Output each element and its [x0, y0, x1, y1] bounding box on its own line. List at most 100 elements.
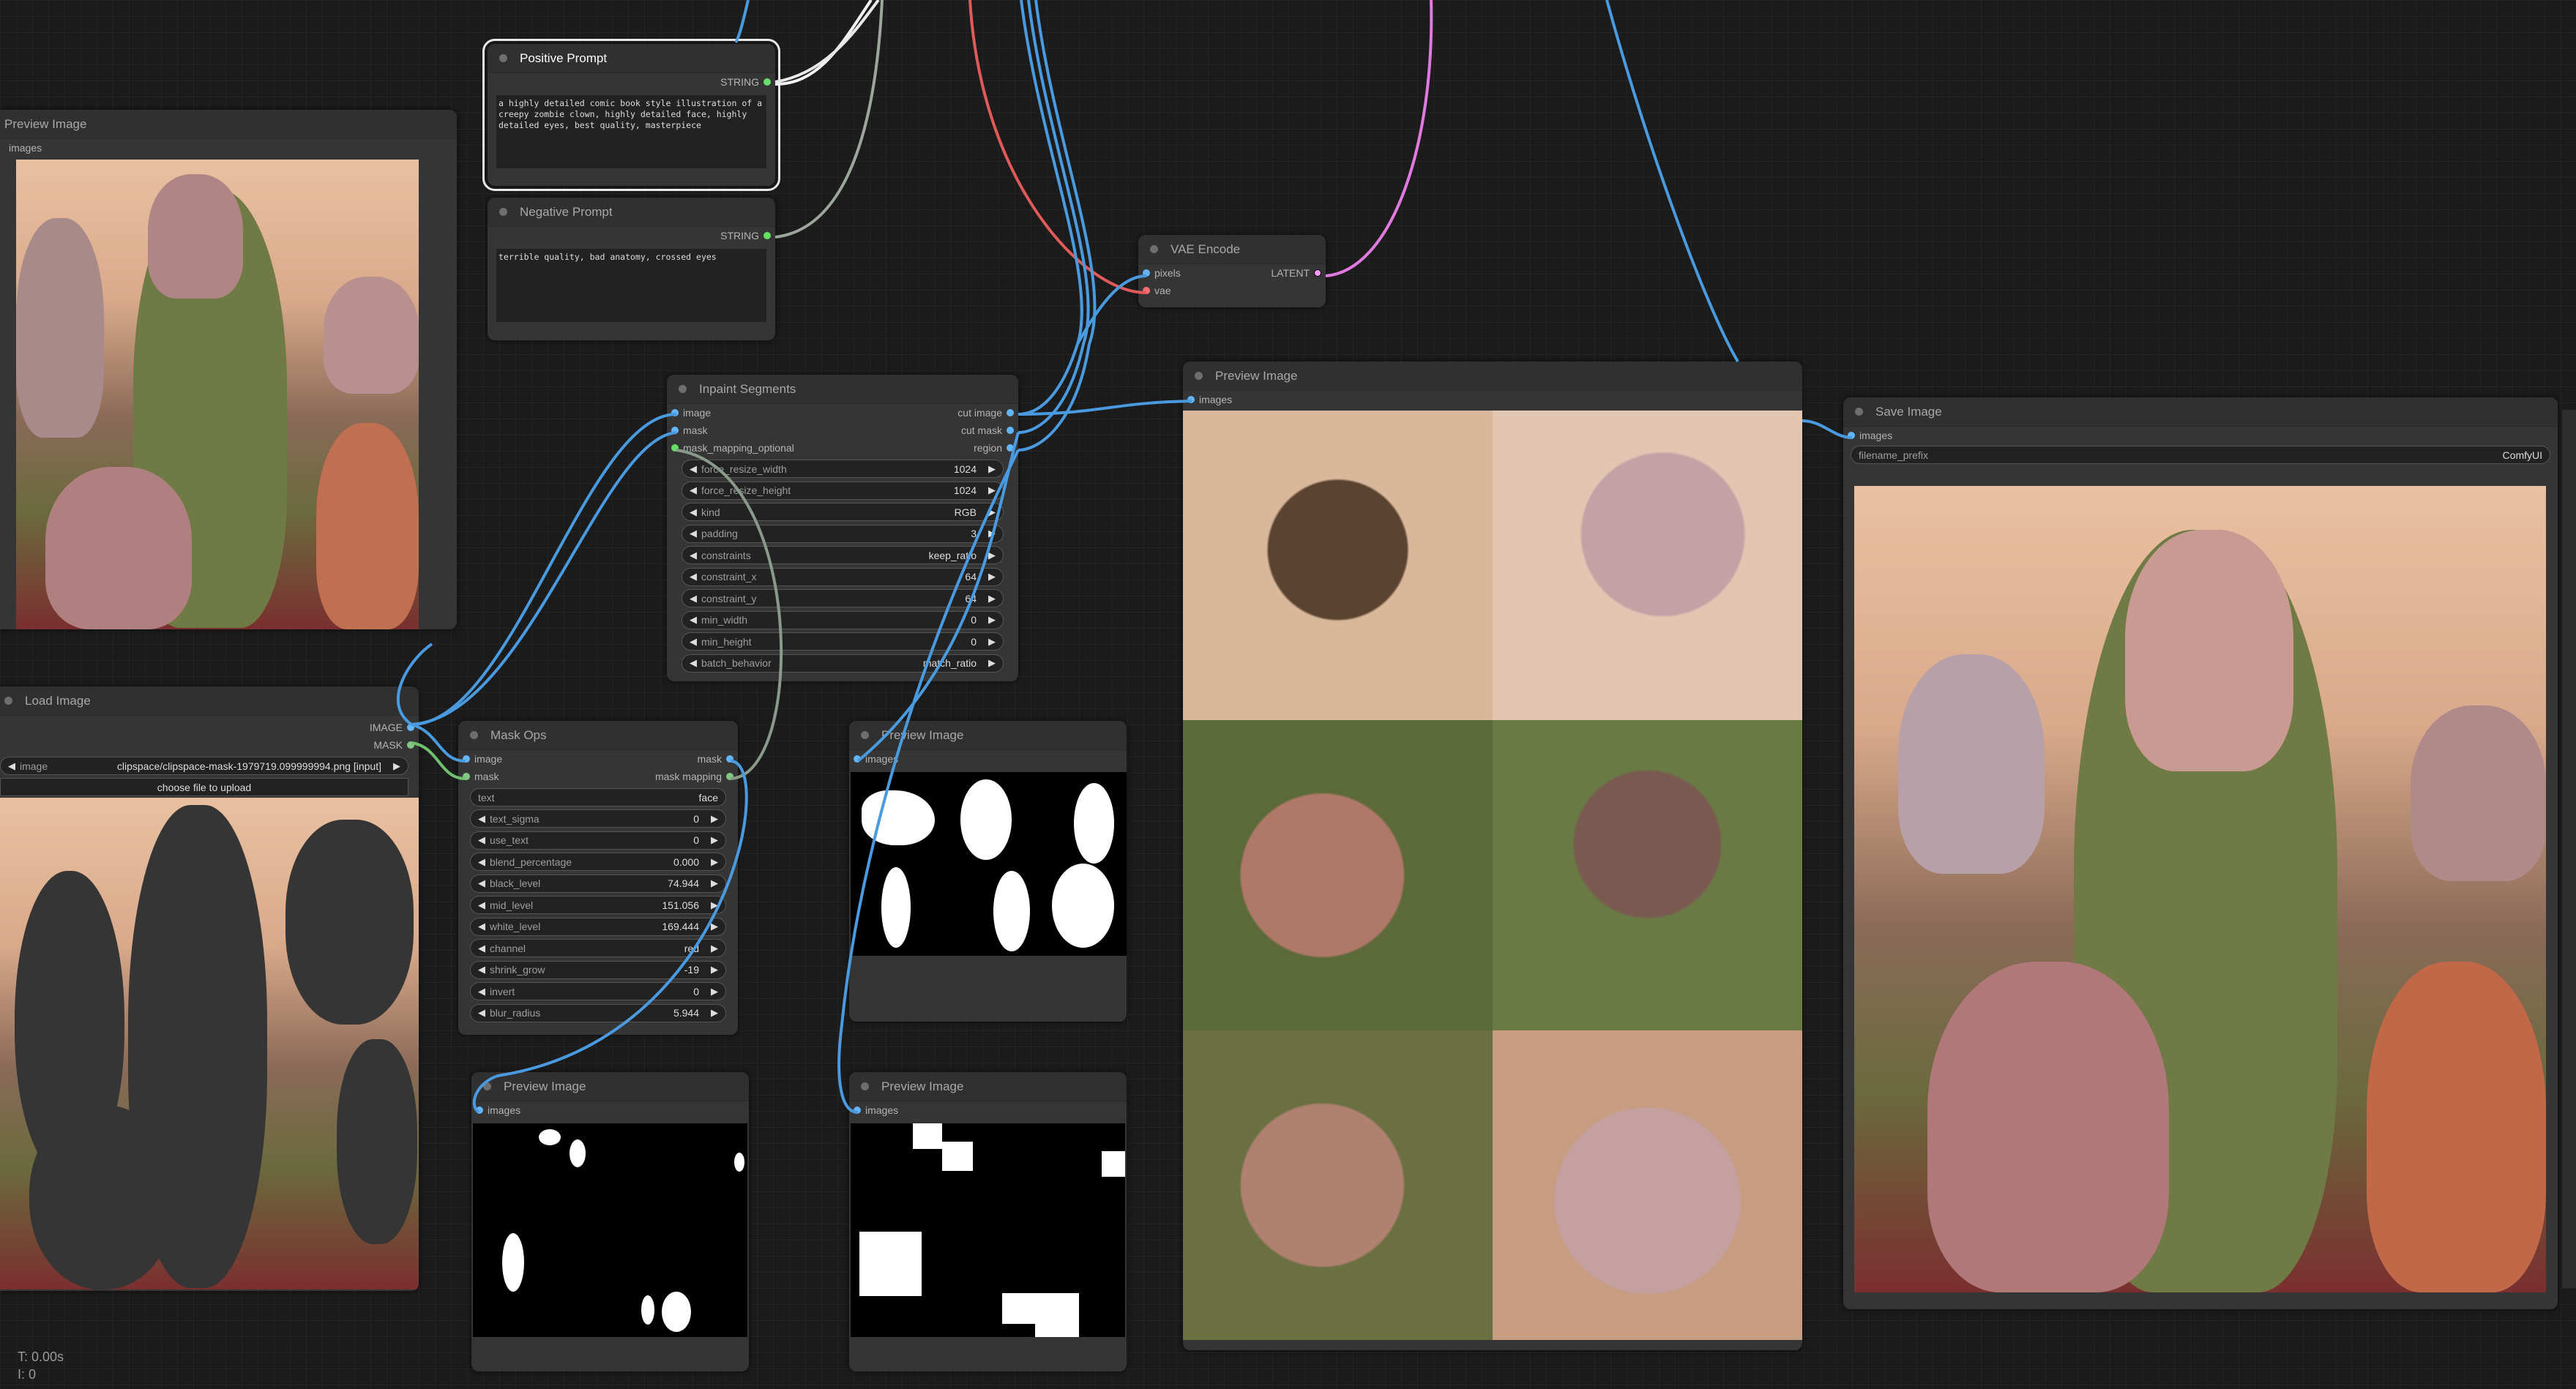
negative-prompt-node[interactable]: Negative Prompt STRING terrible quality,… — [488, 198, 775, 340]
arrow-right-icon[interactable]: ▶ — [988, 593, 996, 604]
arrow-right-icon[interactable]: ▶ — [711, 899, 718, 911]
widget-constraint-x[interactable]: ◀ constraint_x 64 ▶ — [682, 567, 1004, 586]
widget-blend-percentage[interactable]: ◀ blend_percentage 0.000 ▶ — [470, 853, 726, 871]
input-dot[interactable] — [671, 444, 679, 452]
input-vae[interactable]: vae — [1138, 282, 1326, 299]
output-string[interactable]: STRING — [488, 227, 775, 244]
widget-padding[interactable]: ◀ padding 3 ▶ — [682, 524, 1004, 543]
widget-mid-level[interactable]: ◀ mid_level 151.056 ▶ — [470, 896, 726, 914]
input-images[interactable]: images — [849, 750, 1127, 768]
preview-image-node[interactable]: Preview Image images — [471, 1072, 749, 1371]
input-dot[interactable] — [1143, 287, 1150, 294]
positive-prompt-node[interactable]: Positive Prompt STRING a highly detailed… — [482, 39, 780, 191]
input-dot[interactable] — [671, 427, 679, 434]
arrow-right-icon[interactable]: ▶ — [988, 550, 996, 561]
collapse-dot-icon[interactable] — [470, 731, 478, 739]
input-slot[interactable]: mask — [667, 422, 707, 439]
arrow-right-icon[interactable]: ▶ — [393, 760, 400, 772]
arrow-left-icon[interactable]: ◀ — [478, 834, 485, 846]
input-pixels[interactable]: pixels — [1138, 264, 1181, 282]
save-image-node[interactable]: Save Image images filename_prefix ComfyUI — [1843, 397, 2558, 1309]
input-slot[interactable]: mask_mapping_optional — [667, 439, 794, 457]
arrow-left-icon[interactable]: ◀ — [478, 899, 485, 911]
arrow-left-icon[interactable]: ◀ — [690, 657, 697, 669]
arrow-right-icon[interactable]: ▶ — [988, 614, 996, 626]
collapse-dot-icon[interactable] — [499, 54, 507, 62]
arrow-left-icon[interactable]: ◀ — [690, 571, 697, 583]
preview-image-node[interactable]: Preview Image images — [1183, 362, 1802, 1350]
output-dot[interactable] — [1007, 409, 1014, 416]
arrow-left-icon[interactable]: ◀ — [478, 856, 485, 868]
input-dot[interactable] — [854, 1107, 861, 1114]
input-dot[interactable] — [1848, 432, 1855, 439]
widget-invert[interactable]: ◀ invert 0 ▶ — [470, 982, 726, 1000]
arrow-right-icon[interactable]: ▶ — [711, 877, 718, 889]
arrow-left-icon[interactable]: ◀ — [478, 1007, 485, 1019]
widget-white-level[interactable]: ◀ white_level 169.444 ▶ — [470, 917, 726, 936]
preview-image-node[interactable]: Preview Image images — [849, 721, 1127, 1022]
inpaint-segments-node[interactable]: Inpaint Segments image cut image mask cut m… — [667, 375, 1018, 681]
input-images[interactable]: images — [0, 139, 457, 157]
output-dot[interactable] — [764, 78, 771, 86]
widget-kind[interactable]: ◀ kind RGB ▶ — [682, 503, 1004, 521]
collapse-dot-icon[interactable] — [1855, 408, 1863, 416]
arrow-right-icon[interactable]: ▶ — [711, 1007, 718, 1019]
arrow-right-icon[interactable]: ▶ — [711, 834, 718, 846]
widget-channel[interactable]: ◀ channel red ▶ — [470, 939, 726, 957]
arrow-right-icon[interactable]: ▶ — [711, 813, 718, 825]
arrow-right-icon[interactable]: ▶ — [711, 856, 718, 868]
collapse-dot-icon[interactable] — [4, 697, 12, 705]
arrow-left-icon[interactable]: ◀ — [690, 528, 697, 539]
side-panel-edge[interactable] — [2562, 410, 2576, 1288]
input-dot[interactable] — [463, 773, 470, 780]
output-latent[interactable]: LATENT — [1271, 264, 1326, 282]
arrow-left-icon[interactable]: ◀ — [690, 463, 697, 475]
arrow-left-icon[interactable]: ◀ — [478, 943, 485, 954]
output-slot[interactable]: mask mapping — [655, 768, 738, 785]
arrow-right-icon[interactable]: ▶ — [988, 484, 996, 496]
text-input[interactable]: text face — [470, 788, 726, 806]
arrow-right-icon[interactable]: ▶ — [988, 657, 996, 669]
negative-prompt-textarea[interactable]: terrible quality, bad anatomy, crossed e… — [496, 249, 766, 322]
widget-batch-behavior[interactable]: ◀ batch_behavior match_ratio ▶ — [682, 654, 1004, 673]
arrow-right-icon[interactable]: ▶ — [988, 571, 996, 583]
arrow-left-icon[interactable]: ◀ — [690, 506, 697, 518]
arrow-right-icon[interactable]: ▶ — [711, 943, 718, 954]
widget-blur-radius[interactable]: ◀ blur_radius 5.944 ▶ — [470, 1003, 726, 1022]
arrow-right-icon[interactable]: ▶ — [988, 528, 996, 539]
input-dot[interactable] — [1143, 269, 1150, 277]
arrow-left-icon[interactable]: ◀ — [690, 484, 697, 496]
mask-ops-node[interactable]: Mask Ops image mask mask mask mapping text f… — [458, 721, 738, 1035]
output-image[interactable]: IMAGE — [0, 719, 419, 736]
choose-file-button[interactable]: choose file to upload — [0, 778, 408, 796]
arrow-right-icon[interactable]: ▶ — [711, 921, 718, 932]
collapse-dot-icon[interactable] — [483, 1082, 491, 1090]
arrow-left-icon[interactable]: ◀ — [478, 921, 485, 932]
collapse-dot-icon[interactable] — [1150, 245, 1158, 253]
arrow-left-icon[interactable]: ◀ — [478, 964, 485, 976]
input-dot[interactable] — [1187, 396, 1195, 403]
image-select-combo[interactable]: ◀ image clipspace/clipspace-mask-1979719.0… — [0, 757, 408, 775]
collapse-dot-icon[interactable] — [861, 1082, 869, 1090]
preview-image-node[interactable]: Preview Image images — [849, 1072, 1127, 1371]
widget-text-sigma[interactable]: ◀ text_sigma 0 ▶ — [470, 809, 726, 828]
output-slot[interactable]: mask — [698, 750, 738, 768]
output-string[interactable]: STRING — [488, 73, 775, 91]
input-dot[interactable] — [671, 409, 679, 416]
output-mask[interactable]: MASK — [0, 736, 419, 754]
widget-force-resize-width[interactable]: ◀ force_resize_width 1024 ▶ — [682, 460, 1004, 478]
input-slot[interactable]: image — [667, 404, 711, 422]
input-dot[interactable] — [854, 755, 861, 763]
arrow-left-icon[interactable]: ◀ — [690, 636, 697, 648]
output-slot[interactable]: cut image — [957, 404, 1018, 422]
output-dot[interactable] — [726, 755, 733, 763]
widget-use-text[interactable]: ◀ use_text 0 ▶ — [470, 831, 726, 850]
collapse-dot-icon[interactable] — [861, 731, 869, 739]
input-images[interactable]: images — [849, 1101, 1127, 1119]
output-dot[interactable] — [726, 773, 733, 780]
arrow-right-icon[interactable]: ▶ — [988, 506, 996, 518]
arrow-left-icon[interactable]: ◀ — [690, 593, 697, 604]
output-dot[interactable] — [1314, 269, 1321, 277]
collapse-dot-icon[interactable] — [499, 208, 507, 216]
input-dot[interactable] — [463, 755, 470, 763]
